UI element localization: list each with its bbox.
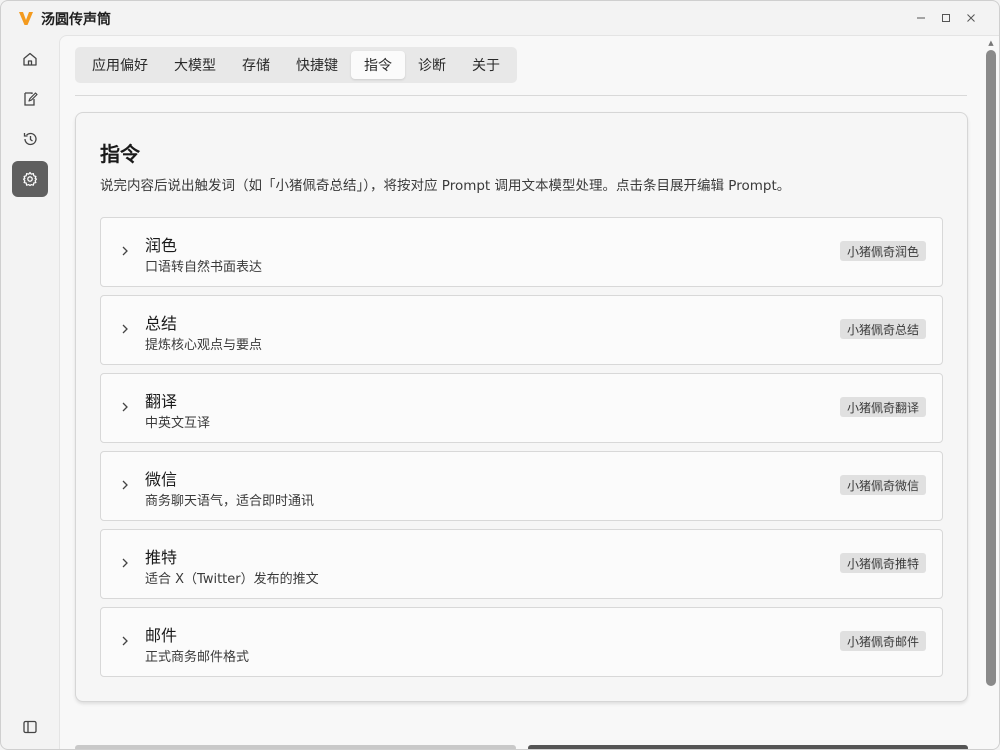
tab-llm[interactable]: 大模型 — [161, 51, 229, 79]
trigger-badge: 小猪佩奇推特 — [839, 553, 926, 573]
sidebar-item-notes[interactable] — [12, 81, 48, 117]
divider — [75, 95, 967, 96]
sidebar-toggle-button[interactable] — [12, 709, 48, 745]
sidebar-item-settings[interactable] — [12, 161, 48, 197]
v-logo-icon — [19, 12, 33, 25]
sidebar-item-home[interactable] — [12, 41, 48, 77]
maximize-icon — [942, 14, 950, 22]
chevron-right-icon — [122, 558, 128, 568]
command-subtitle: 正式商务邮件格式 — [145, 650, 250, 665]
home-icon — [23, 52, 37, 66]
tab-app-preferences[interactable]: 应用偏好 — [79, 51, 161, 79]
command-subtitle: 中英文互译 — [145, 416, 211, 431]
trigger-badge: 小猪佩奇总结 — [839, 319, 926, 339]
tab-commands[interactable]: 指令 — [351, 51, 405, 79]
tab-shortcuts[interactable]: 快捷键 — [283, 51, 351, 79]
main-content: 应用偏好 大模型 存储 快捷键 指令 诊断 关于 指令 说完内容后说出触发词（如… — [59, 35, 999, 749]
trigger-badge: 小猪佩奇润色 — [839, 241, 926, 261]
history-icon — [23, 132, 37, 146]
edit-note-icon — [24, 92, 38, 106]
trigger-badge: 小猪佩奇微信 — [839, 475, 926, 495]
chevron-right-icon — [122, 402, 128, 412]
trigger-badge: 小猪佩奇翻译 — [839, 397, 926, 417]
chevron-right-icon — [122, 324, 128, 334]
scroll-up-arrow-icon[interactable]: ▲ — [986, 38, 996, 48]
trigger-badge: 小猪佩奇邮件 — [839, 631, 926, 651]
command-subtitle: 提炼核心观点与要点 — [145, 338, 263, 353]
command-subtitle: 适合 X（Twitter）发布的推文 — [145, 572, 319, 587]
app-window: 汤圆传声筒 应用偏好 大模型 存储 快捷键 指令 诊断 关于 指令 说完内容后说… — [0, 0, 1000, 750]
title-bar: 汤圆传声筒 — [1, 1, 999, 35]
command-item-translate[interactable]: 翻译 中英文互译 小猪佩奇翻译 — [100, 373, 943, 443]
command-subtitle: 口语转自然书面表达 — [145, 260, 263, 275]
command-name: 翻译 — [145, 392, 178, 411]
sidebar-toggle-icon — [23, 720, 37, 734]
command-subtitle: 商务聊天语气，适合即时通讯 — [145, 494, 315, 509]
command-name: 推特 — [145, 548, 178, 567]
sidebar-item-history[interactable] — [12, 121, 48, 157]
tab-storage[interactable]: 存储 — [229, 51, 283, 79]
chevron-right-icon — [122, 636, 128, 646]
command-item-email[interactable]: 邮件 正式商务邮件格式 小猪佩奇邮件 — [100, 607, 943, 677]
command-name: 微信 — [145, 470, 178, 489]
sidebar — [1, 35, 59, 749]
command-item-polish[interactable]: 润色 口语转自然书面表达 小猪佩奇润色 — [100, 217, 943, 287]
section-title: 指令 — [100, 142, 140, 166]
close-button[interactable] — [962, 9, 980, 27]
chevron-right-icon — [122, 246, 128, 256]
horizontal-scroll-thumb[interactable] — [528, 745, 968, 749]
settings-tabs: 应用偏好 大模型 存储 快捷键 指令 诊断 关于 — [75, 47, 517, 83]
command-item-wechat[interactable]: 微信 商务聊天语气，适合即时通讯 小猪佩奇微信 — [100, 451, 943, 521]
gear-icon — [22, 171, 38, 187]
horizontal-scroll-track — [75, 745, 516, 749]
command-name: 邮件 — [145, 626, 178, 645]
close-icon — [967, 14, 975, 22]
maximize-button[interactable] — [937, 9, 955, 27]
minimize-button[interactable] — [912, 9, 930, 27]
minimize-icon — [917, 17, 925, 19]
command-item-summary[interactable]: 总结 提炼核心观点与要点 小猪佩奇总结 — [100, 295, 943, 365]
command-name: 润色 — [145, 236, 178, 255]
tab-diagnostics[interactable]: 诊断 — [405, 51, 459, 79]
chevron-right-icon — [122, 480, 128, 490]
section-description: 说完内容后说出触发词（如「小猪佩奇总结」），将按对应 Prompt 调用文本模型… — [100, 178, 791, 194]
tab-about[interactable]: 关于 — [459, 51, 513, 79]
commands-card: 指令 说完内容后说出触发词（如「小猪佩奇总结」），将按对应 Prompt 调用文… — [75, 112, 968, 702]
command-item-twitter[interactable]: 推特 适合 X（Twitter）发布的推文 小猪佩奇推特 — [100, 529, 943, 599]
vertical-scrollbar[interactable] — [986, 50, 996, 686]
app-title: 汤圆传声筒 — [41, 12, 111, 28]
command-name: 总结 — [145, 314, 178, 333]
